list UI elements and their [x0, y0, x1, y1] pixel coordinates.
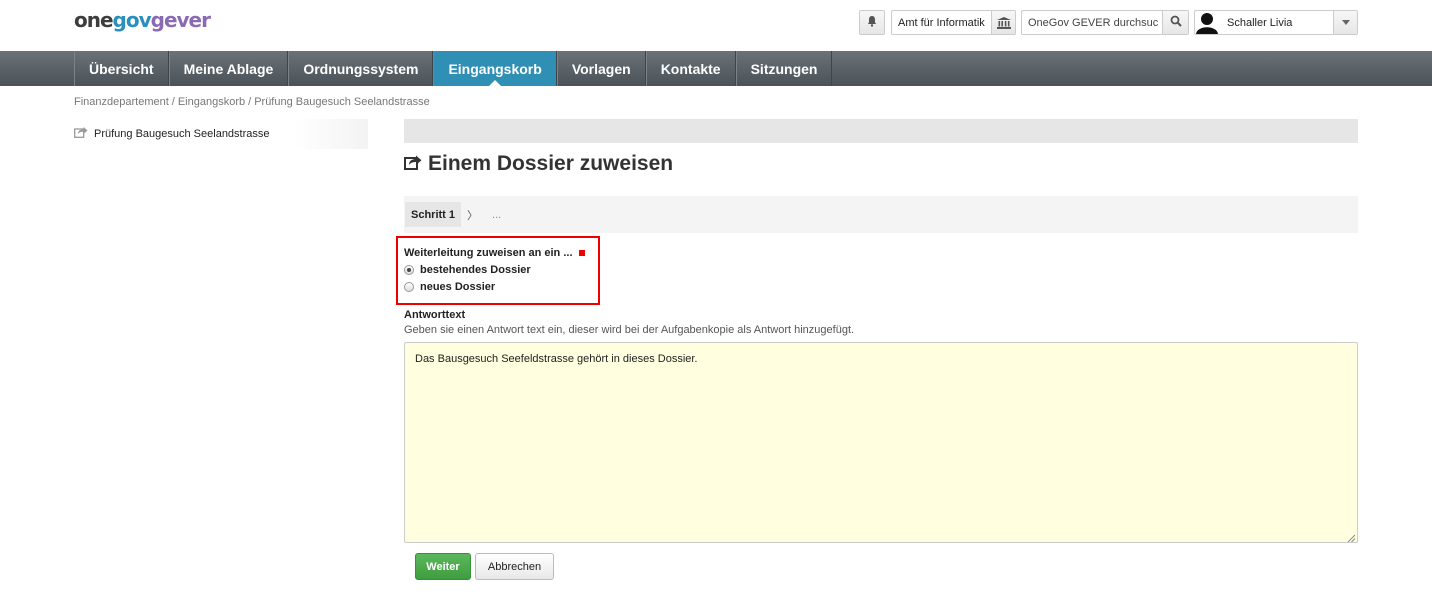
nav-item-ordnungssystem[interactable]: Ordnungssystem: [288, 51, 434, 86]
org-unit-label: Amt für Informatik: [898, 16, 985, 29]
breadcrumb: Finanzdepartement / Eingangskorb / Prüfung B…: [74, 96, 430, 108]
radio-label: bestehendes Dossier: [420, 264, 531, 276]
bell-icon: [866, 15, 878, 30]
institution-icon: [991, 11, 1015, 34]
radio-button[interactable]: [404, 265, 414, 275]
required-marker: [578, 250, 585, 256]
field-label: Weiterleitung zuweisen an ein ...: [404, 247, 598, 259]
radio-option-existing-dossier[interactable]: bestehendes Dossier: [404, 264, 598, 276]
forwarding-target-field: Weiterleitung zuweisen an ein ... besteh…: [396, 236, 600, 305]
answer-textarea[interactable]: Das Bausgesuch Seefeldstrasse gehört in …: [404, 342, 1358, 543]
wizard-steps: Schritt 1 〉 ...: [404, 196, 1358, 233]
breadcrumb-separator: /: [248, 96, 252, 108]
logo-part-gever: gever: [150, 8, 211, 32]
field-label-text: Weiterleitung zuweisen an ein ...: [404, 247, 573, 259]
sidebar-item-forwarding[interactable]: Prüfung Baugesuch Seelandstrasse: [74, 126, 270, 141]
search-button[interactable]: [1162, 11, 1188, 34]
user-name: Schaller Livia: [1227, 16, 1293, 29]
forward-icon: [74, 126, 94, 141]
search-input[interactable]: [1022, 16, 1162, 29]
resize-handle-icon[interactable]: [1347, 532, 1356, 543]
org-unit-selector[interactable]: Amt für Informatik: [891, 10, 1016, 35]
breadcrumb-current[interactable]: Prüfung Baugesuch Seelandstrasse: [254, 96, 430, 108]
answer-text-help: Geben sie einen Antwort text ein, dieser…: [404, 324, 855, 336]
avatar: [1195, 11, 1219, 34]
page-title: Einem Dossier zuweisen: [404, 152, 673, 176]
search-field: [1021, 10, 1189, 35]
notifications-button[interactable]: [859, 10, 885, 35]
nav-item-uebersicht[interactable]: Übersicht: [74, 51, 169, 86]
continue-button[interactable]: Weiter: [415, 553, 471, 580]
page-title-text: Einem Dossier zuweisen: [428, 152, 674, 175]
chevron-right-icon: 〉: [467, 209, 479, 222]
forward-icon: [404, 152, 428, 176]
search-icon: [1170, 15, 1182, 30]
onegovgever-logo[interactable]: onegovgever: [74, 8, 211, 32]
sidebar: Prüfung Baugesuch Seelandstrasse: [74, 119, 368, 149]
user-menu[interactable]: Schaller Livia: [1194, 10, 1358, 35]
sidebar-item-label: Prüfung Baugesuch Seelandstrasse: [94, 127, 270, 140]
content-toolbar: [404, 119, 1358, 143]
radio-option-new-dossier[interactable]: neues Dossier: [404, 281, 598, 293]
nav-item-vorlagen[interactable]: Vorlagen: [556, 51, 646, 86]
breadcrumb-separator: /: [171, 96, 175, 108]
radio-label: neues Dossier: [420, 281, 496, 293]
wizard-step-current: Schritt 1: [405, 202, 462, 227]
breadcrumb-link[interactable]: Finanzdepartement: [74, 96, 169, 108]
radio-button[interactable]: [404, 282, 414, 292]
chevron-down-icon[interactable]: [1333, 11, 1357, 34]
main-navigation: Übersicht Meine Ablage Ordnungssystem Ei…: [0, 51, 1432, 86]
nav-item-kontakte[interactable]: Kontakte: [645, 51, 736, 86]
wizard-step-more: ...: [492, 208, 502, 221]
logo-part-gov: gov: [112, 8, 152, 32]
header: onegovgever Amt für Informatik Schaller …: [0, 0, 1432, 51]
nav-item-sitzungen[interactable]: Sitzungen: [735, 51, 833, 86]
nav-item-eingangskorb[interactable]: Eingangskorb: [433, 51, 557, 86]
breadcrumb-link[interactable]: Eingangskorb: [178, 96, 245, 108]
logo-part-one: one: [74, 8, 114, 32]
answer-text-label: Antworttext: [404, 309, 466, 321]
cancel-button[interactable]: Abbrechen: [475, 553, 554, 580]
nav-item-meine-ablage[interactable]: Meine Ablage: [168, 51, 289, 86]
